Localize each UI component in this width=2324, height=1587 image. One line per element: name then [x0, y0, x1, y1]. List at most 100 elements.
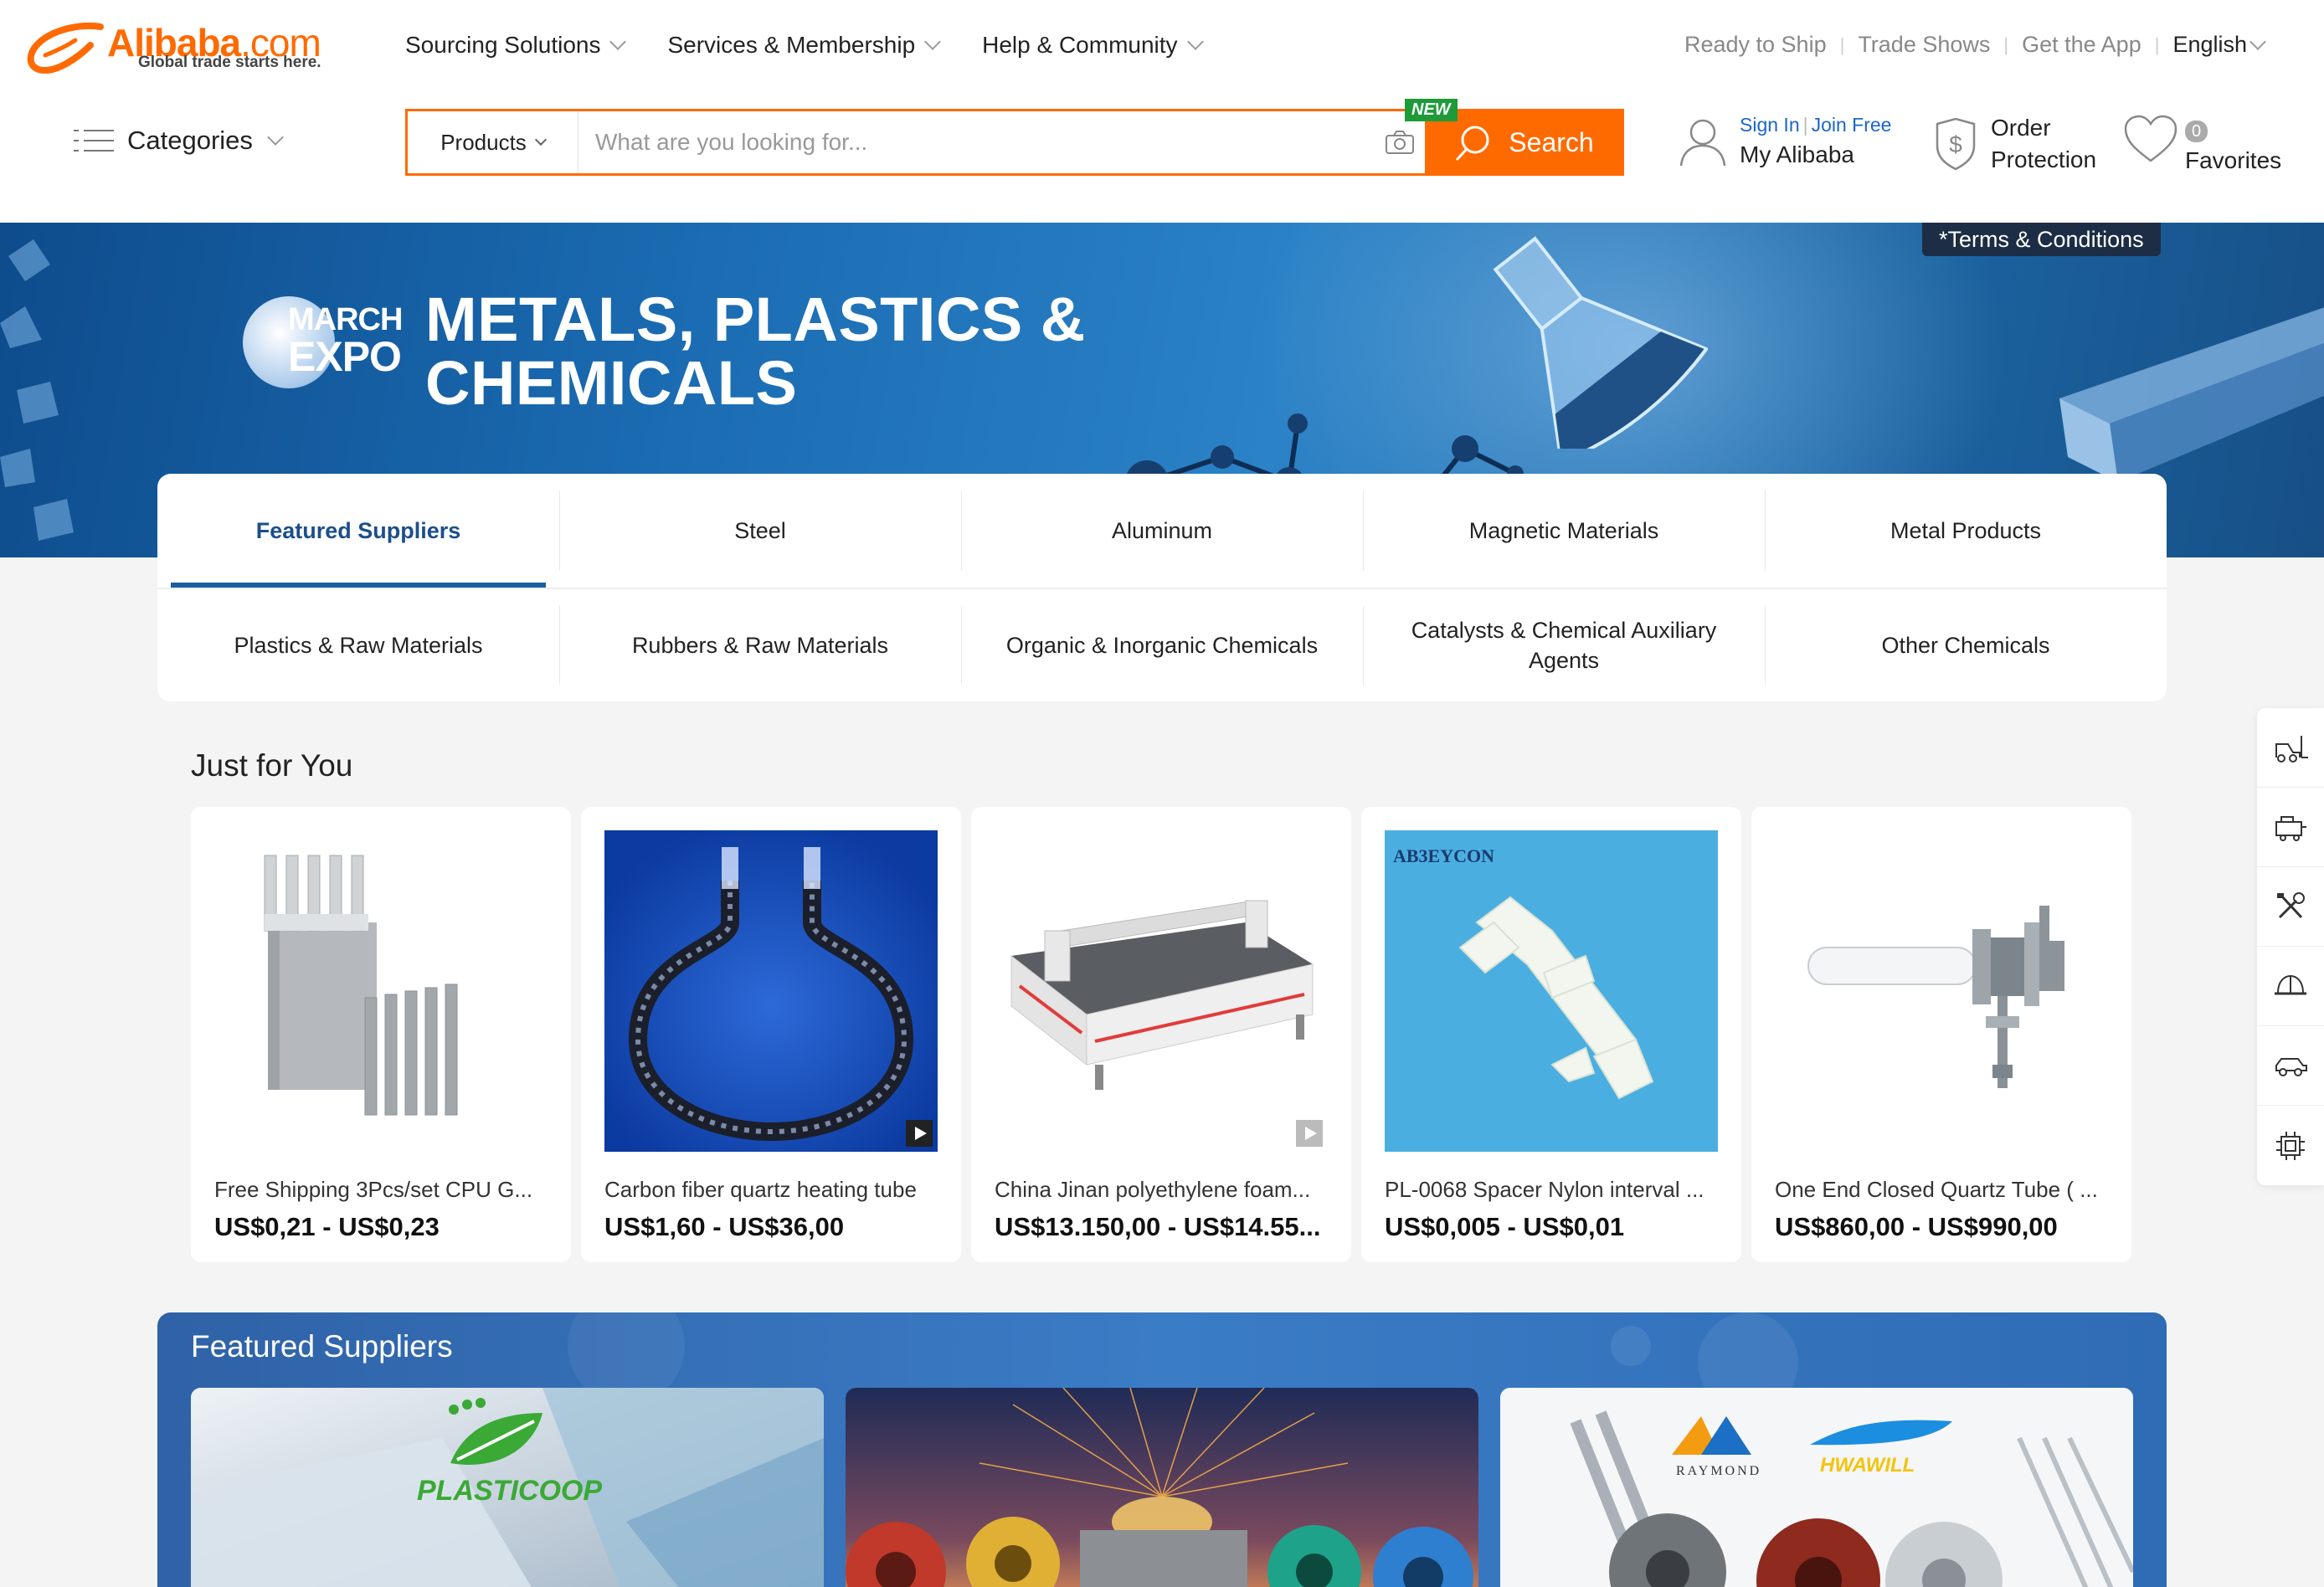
hwawill-logo-text: HWAWILL — [1820, 1454, 1915, 1477]
top-right-links: Ready to Ship | Trade Shows | Get the Ap… — [1684, 32, 2266, 58]
nav-sourcing-solutions[interactable]: Sourcing Solutions — [405, 32, 627, 59]
logo-tagline: Global trade starts here. — [138, 54, 321, 71]
product-card[interactable]: One End Closed Quartz Tube ( ... US$860,… — [1751, 807, 2131, 1262]
get-the-app-link[interactable]: Get the App — [2022, 32, 2141, 58]
terms-conditions-link[interactable]: *Terms & Conditions — [1922, 223, 2161, 256]
shield-dollar-icon: $ — [1936, 117, 1976, 171]
car-icon[interactable] — [2257, 1026, 2324, 1106]
order-protection-link[interactable]: $ Order Protection — [1932, 112, 2096, 176]
video-play-icon[interactable] — [1296, 1120, 1323, 1147]
tab-magnetic-materials[interactable]: Magnetic Materials — [1363, 474, 1765, 588]
order-label-2: Protection — [1991, 146, 2097, 172]
product-card[interactable]: China Jinan polyethylene foam... US$13.1… — [971, 807, 1351, 1262]
supplier-card-steel-coils[interactable] — [846, 1388, 1478, 1587]
account-links: Sign In | Join Free My Alibaba — [1740, 114, 1891, 168]
tab-metal-products[interactable]: Metal Products — [1765, 474, 2167, 588]
product-price: US$0,21 - US$0,23 — [214, 1212, 440, 1241]
product-image — [995, 830, 1328, 1152]
tools-icon[interactable] — [2257, 867, 2324, 947]
favorites-count-badge: 0 — [2185, 121, 2208, 142]
divider: | — [1802, 114, 1808, 136]
heart-icon — [2124, 115, 2177, 162]
crystal-decoration — [0, 239, 74, 541]
nav-help-community[interactable]: Help & Community — [982, 32, 1204, 59]
tab-plastics-raw-materials[interactable]: Plastics & Raw Materials — [157, 589, 559, 701]
product-image — [1775, 830, 2108, 1152]
favorites-label: Favorites — [2185, 147, 2282, 173]
just-for-you-title: Just for You — [191, 748, 353, 783]
categories-label: Categories — [127, 126, 253, 155]
account-block: Sign In | Join Free My Alibaba — [1678, 114, 1891, 168]
flask-icon — [1493, 236, 1708, 449]
product-card[interactable]: Carbon fiber quartz heating tube US$1,60… — [581, 807, 961, 1262]
forklift-icon[interactable] — [2257, 708, 2324, 788]
divider: | — [1839, 33, 1845, 55]
supplier-cards: PLASTICOOP RAYMOND HWAWILL — [191, 1388, 2133, 1587]
product-image — [214, 830, 548, 1152]
tab-rubbers-raw-materials[interactable]: Rubbers & Raw Materials — [559, 589, 961, 701]
product-list: Free Shipping 3Pcs/set CPU G... US$0,21 … — [191, 807, 2131, 1262]
language-selector[interactable]: English — [2172, 32, 2266, 58]
safety-helmet-icon[interactable] — [2257, 947, 2324, 1026]
category-tabs-panel: Featured Suppliers Steel Aluminum Magnet… — [157, 474, 2167, 701]
sign-in-link[interactable]: Sign In — [1740, 114, 1800, 136]
product-price: US$860,00 - US$990,00 — [1775, 1212, 2058, 1241]
site-header: Alibaba.com Global trade starts here. So… — [0, 0, 2324, 223]
new-badge: NEW — [1405, 99, 1458, 121]
tab-organic-inorganic-chemicals[interactable]: Organic & Inorganic Chemicals — [961, 589, 1363, 701]
tab-steel[interactable]: Steel — [559, 474, 961, 588]
plasticoop-logo-text: PLASTICOOP — [417, 1475, 602, 1507]
product-price: US$1,60 - US$36,00 — [604, 1212, 845, 1241]
chevron-down-icon — [267, 129, 284, 146]
favorites-link[interactable]: 0 Favorites — [2123, 114, 2281, 174]
featured-suppliers-title: Featured Suppliers — [191, 1329, 453, 1364]
chevron-down-icon — [609, 33, 627, 50]
product-card[interactable]: AB3EYCON PL-0068 Spacer Nylon interval .… — [1361, 807, 1741, 1262]
my-alibaba-link[interactable]: My Alibaba — [1740, 141, 1891, 168]
nav-services-membership[interactable]: Services & Membership — [667, 32, 942, 59]
product-name: Carbon fiber quartz heating tube — [604, 1177, 917, 1202]
categories-menu[interactable]: Categories — [74, 126, 284, 156]
banner-title-line-2: CHEMICALS — [425, 348, 798, 418]
tab-aluminum[interactable]: Aluminum — [961, 474, 1363, 588]
svg-text:$: $ — [1949, 131, 1962, 157]
alibaba-smile-icon — [27, 22, 104, 74]
product-card[interactable]: Free Shipping 3Pcs/set CPU G... US$0,21 … — [191, 807, 571, 1262]
supplier-card-raymond-hwawill[interactable]: RAYMOND HWAWILL — [1500, 1388, 2133, 1587]
machinery-icon[interactable] — [2257, 788, 2324, 867]
divider: | — [2003, 33, 2009, 55]
tab-catalysts-chemical-agents[interactable]: Catalysts & Chemical Auxiliary Agents — [1363, 589, 1765, 701]
tab-row-2: Plastics & Raw Materials Rubbers & Raw M… — [157, 589, 2167, 701]
chevron-down-icon — [534, 133, 547, 146]
tab-featured-suppliers[interactable]: Featured Suppliers — [157, 474, 559, 588]
user-icon[interactable] — [1678, 116, 1728, 167]
chip-icon[interactable] — [2257, 1106, 2324, 1185]
alibaba-logo[interactable]: Alibaba.com Global trade starts here. — [25, 18, 360, 77]
search-category-dropdown[interactable]: Products — [408, 111, 578, 173]
product-name: China Jinan polyethylene foam... — [995, 1177, 1311, 1202]
banner-title-line-1: METALS, PLASTICS & — [425, 285, 1086, 354]
raymond-logo-text: RAYMOND — [1676, 1464, 1761, 1478]
divider: | — [2154, 33, 2160, 55]
product-price: US$0,005 - US$0,01 — [1385, 1212, 1625, 1241]
search-input[interactable] — [578, 111, 1375, 173]
product-image — [604, 830, 938, 1152]
chevron-down-icon — [2249, 33, 2266, 50]
product-name: Free Shipping 3Pcs/set CPU G... — [214, 1177, 533, 1202]
ready-to-ship-link[interactable]: Ready to Ship — [1684, 32, 1827, 58]
trade-shows-link[interactable]: Trade Shows — [1858, 32, 1990, 58]
product-name: One End Closed Quartz Tube ( ... — [1775, 1177, 2098, 1202]
product-image: AB3EYCON — [1385, 830, 1718, 1152]
tab-other-chemicals[interactable]: Other Chemicals — [1765, 589, 2167, 701]
join-free-link[interactable]: Join Free — [1812, 114, 1892, 136]
march-expo-badge: MARCH EXPO — [243, 295, 403, 392]
supplier-card-plasticoop[interactable]: PLASTICOOP — [191, 1388, 824, 1587]
chevron-down-icon — [924, 33, 942, 50]
tab-row-1: Featured Suppliers Steel Aluminum Magnet… — [157, 474, 2167, 589]
side-category-toolbar — [2257, 708, 2324, 1185]
banner-title: METALS, PLASTICS & CHEMICALS — [425, 288, 1086, 415]
search-icon — [1456, 126, 1489, 161]
product-price: US$13.150,00 - US$14.55... — [995, 1212, 1321, 1241]
video-play-icon[interactable] — [906, 1120, 933, 1147]
badge-line-2: EXPO — [288, 333, 402, 380]
